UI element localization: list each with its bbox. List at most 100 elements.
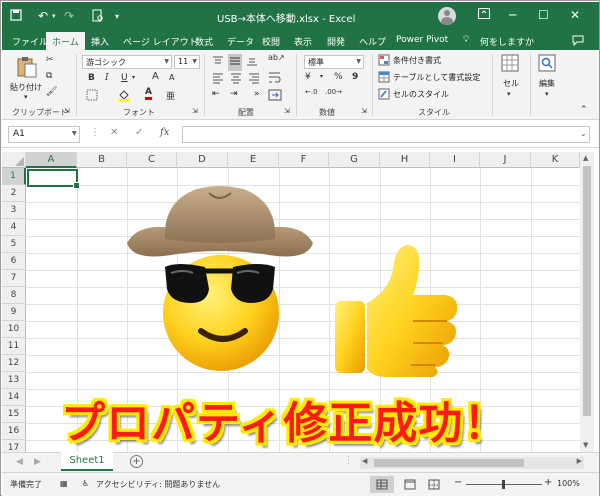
normal-view-button[interactable] <box>370 476 394 493</box>
tab-view[interactable]: 表示 <box>294 35 312 48</box>
macro-record-icon[interactable]: ▦ <box>60 479 68 488</box>
alignment-launcher-icon[interactable]: ⇲ <box>284 107 290 115</box>
font-launcher-icon[interactable]: ⇲ <box>192 107 198 115</box>
cell-style-icon[interactable] <box>378 88 390 103</box>
phonetic-icon[interactable]: 亜 <box>166 89 175 102</box>
column-header[interactable]: E <box>228 152 279 168</box>
tab-insert[interactable]: 挿入 <box>91 35 109 48</box>
align-center-icon[interactable] <box>230 72 242 87</box>
row-header[interactable]: 4 <box>2 219 26 236</box>
merge-center-icon[interactable] <box>268 89 282 104</box>
font-shrink-button[interactable]: A <box>169 73 174 82</box>
cell-style-button[interactable]: セルのスタイル <box>393 89 449 100</box>
italic-button[interactable]: I <box>105 73 109 83</box>
comments-icon[interactable] <box>572 35 584 49</box>
redo-icon[interactable]: ↷ <box>64 9 74 23</box>
more-options-icon[interactable]: ⋮ <box>344 456 353 466</box>
paste-dropdown-icon[interactable]: ▾ <box>24 93 28 101</box>
selected-cell-a1[interactable] <box>27 169 80 189</box>
row-header[interactable]: 13 <box>2 372 26 389</box>
indent-direction-icon[interactable]: » <box>254 89 260 99</box>
clipboard-launcher-icon[interactable]: ⇲ <box>64 107 70 115</box>
horizontal-scrollbar[interactable]: ◀ ▶ <box>360 457 584 469</box>
increase-decimal-icon[interactable]: ←.0 <box>305 88 318 96</box>
editing-button[interactable]: 編集 <box>539 78 555 89</box>
sheet-tab-sheet1[interactable]: Sheet1 <box>61 452 113 471</box>
tab-data[interactable]: データ <box>227 35 254 48</box>
decrease-decimal-icon[interactable]: .00→ <box>325 88 342 96</box>
row-header[interactable]: 6 <box>2 253 26 270</box>
row-header[interactable]: 9 <box>2 304 26 321</box>
tab-power-pivot[interactable]: Power Pivot <box>396 35 448 45</box>
expand-formula-icon[interactable]: ⌄ <box>580 129 587 138</box>
increase-indent-icon[interactable]: ⇥ <box>230 89 238 99</box>
hscroll-thumb[interactable] <box>374 459 524 467</box>
tab-review[interactable]: 校閲 <box>262 35 280 48</box>
ribbon-display-options-icon[interactable] <box>478 8 490 22</box>
fill-color-icon[interactable] <box>117 88 131 105</box>
undo-dropdown-icon[interactable]: ▾ <box>52 12 56 20</box>
borders-icon[interactable] <box>86 89 98 104</box>
font-name-select[interactable]: 游ゴシック ▼ <box>82 55 172 69</box>
zoom-slider-thumb[interactable] <box>502 480 505 489</box>
insert-function-button[interactable]: fx <box>160 127 169 138</box>
row-header[interactable]: 8 <box>2 287 26 304</box>
font-size-select[interactable]: 11 ▼ <box>174 55 200 69</box>
scroll-left-icon[interactable]: ◀ <box>362 457 367 465</box>
scroll-up-icon[interactable]: ▲ <box>583 154 588 162</box>
row-header[interactable]: 16 <box>2 423 26 440</box>
sheet-prev-icon[interactable]: ◀ <box>16 457 23 467</box>
paste-label[interactable]: 貼り付け <box>10 82 42 93</box>
column-header[interactable]: K <box>531 152 580 168</box>
collapse-ribbon-icon[interactable]: ⌃ <box>580 105 588 115</box>
column-header[interactable]: D <box>177 152 228 168</box>
decrease-indent-icon[interactable]: ⇤ <box>212 89 220 99</box>
comma-style-button[interactable]: 9 <box>352 72 358 82</box>
font-grow-button[interactable]: A <box>152 71 159 82</box>
column-header[interactable]: A <box>26 152 77 168</box>
cells-icon[interactable] <box>501 54 519 75</box>
underline-button[interactable]: U <box>121 73 128 83</box>
row-header[interactable]: 5 <box>2 236 26 253</box>
add-sheet-icon[interactable]: + <box>130 455 143 468</box>
print-preview-icon[interactable] <box>92 9 104 25</box>
zoom-level[interactable]: 100% <box>557 479 580 488</box>
column-header[interactable]: C <box>127 152 177 168</box>
column-header[interactable]: H <box>380 152 430 168</box>
align-left-icon[interactable] <box>212 72 224 87</box>
cells-dropdown-icon[interactable]: ▾ <box>507 90 511 98</box>
conditional-format-button[interactable]: 条件付き書式 <box>393 55 441 66</box>
row-header[interactable]: 17 <box>2 440 26 452</box>
maximize-icon[interactable]: ☐ <box>538 8 549 22</box>
cut-icon[interactable]: ✂ <box>46 55 54 65</box>
align-middle-icon[interactable] <box>228 54 242 71</box>
row-header[interactable]: 11 <box>2 338 26 355</box>
zoom-in-icon[interactable]: + <box>544 477 552 488</box>
scroll-thumb[interactable] <box>583 166 591 416</box>
minimize-icon[interactable]: ─ <box>509 8 516 22</box>
row-header[interactable]: 2 <box>2 185 26 202</box>
table-format-icon[interactable] <box>378 71 390 86</box>
tab-developer[interactable]: 開発 <box>327 35 345 48</box>
undo-icon[interactable]: ↶ <box>38 9 48 23</box>
font-color-button[interactable]: A <box>145 87 152 100</box>
tab-page-layout[interactable]: ページ レイアウト <box>123 35 198 48</box>
cancel-icon[interactable]: ✕ <box>110 127 118 138</box>
enter-icon[interactable]: ✓ <box>135 127 143 138</box>
tab-formulas[interactable]: 数式 <box>195 35 213 48</box>
column-header[interactable]: I <box>430 152 480 168</box>
row-header[interactable]: 7 <box>2 270 26 287</box>
currency-button[interactable]: ¥ <box>305 72 311 82</box>
row-header[interactable]: 12 <box>2 355 26 372</box>
tell-me-search[interactable]: 何をしますか <box>480 35 534 48</box>
row-header[interactable]: 15 <box>2 406 26 423</box>
formula-input[interactable] <box>182 126 590 143</box>
number-launcher-icon[interactable]: ⇲ <box>361 107 367 115</box>
copy-icon[interactable]: ⧉ <box>46 71 52 81</box>
sheet-next-icon[interactable]: ▶ <box>34 457 41 467</box>
page-layout-view-button[interactable] <box>402 476 418 496</box>
column-header[interactable]: B <box>77 152 127 168</box>
vertical-scrollbar[interactable]: ▲ ▼ <box>580 152 594 452</box>
table-format-button[interactable]: テーブルとして書式設定 <box>393 72 480 83</box>
editing-dropdown-icon[interactable]: ▾ <box>545 90 549 98</box>
